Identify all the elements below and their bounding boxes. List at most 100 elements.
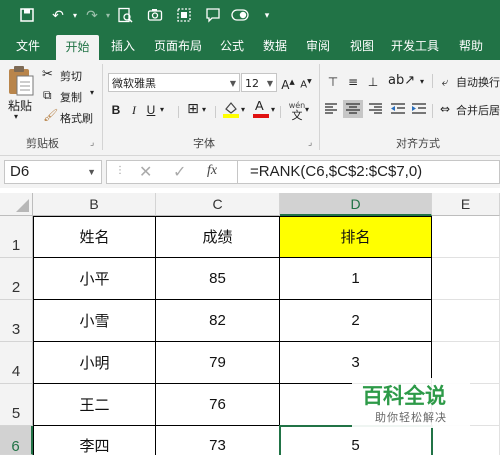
- cell-d2[interactable]: 1: [280, 258, 432, 300]
- font-color-icon[interactable]: A: [252, 98, 270, 118]
- enter-formula-icon[interactable]: ✓: [173, 162, 186, 181]
- cell-b2[interactable]: 小平: [33, 258, 156, 300]
- cell-e3[interactable]: [432, 300, 500, 342]
- cut-button[interactable]: 剪切: [60, 68, 82, 84]
- row-header-2[interactable]: 2: [0, 258, 33, 300]
- cell-c3[interactable]: 82: [156, 300, 280, 342]
- align-left-icon[interactable]: [323, 100, 341, 118]
- cell-b1[interactable]: 姓名: [33, 216, 156, 258]
- cell-b3[interactable]: 小雪: [33, 300, 156, 342]
- cell-c4[interactable]: 79: [156, 342, 280, 384]
- fill-color-icon[interactable]: [222, 100, 240, 118]
- cell-e1[interactable]: [432, 216, 500, 258]
- cell-b4[interactable]: 小明: [33, 342, 156, 384]
- cell-e6[interactable]: [432, 426, 500, 455]
- redo-dropdown-icon[interactable]: ▾: [99, 7, 117, 25]
- tab-view[interactable]: 视图: [342, 33, 382, 60]
- phonetic-dropdown-icon[interactable]: ▾: [305, 101, 309, 119]
- title-bar: ↶ ▾ ↷ ▾ ▾: [0, 0, 500, 33]
- tab-file[interactable]: 文件: [8, 33, 48, 60]
- font-size-select[interactable]: 12 ▼: [241, 73, 277, 92]
- chevron-down-icon: ▼: [266, 79, 273, 88]
- ribbon-separator: [319, 64, 320, 150]
- cell-c2[interactable]: 85: [156, 258, 280, 300]
- save-icon[interactable]: [18, 7, 36, 25]
- column-header-b[interactable]: B: [33, 193, 156, 216]
- italic-button[interactable]: I: [129, 101, 139, 119]
- fill-color-dropdown-icon[interactable]: ▾: [241, 101, 245, 119]
- cell-e2[interactable]: [432, 258, 500, 300]
- row-header-5[interactable]: 5: [0, 384, 33, 426]
- paste-button[interactable]: 粘贴: [8, 97, 32, 114]
- clipboard-launcher-icon[interactable]: ⌟: [90, 138, 94, 148]
- copy-button[interactable]: 复制: [60, 89, 82, 105]
- column-header-e[interactable]: E: [432, 193, 500, 216]
- row-header-4[interactable]: 4: [0, 342, 33, 384]
- grow-font-icon[interactable]: A▲: [281, 73, 295, 94]
- align-center-icon[interactable]: [343, 100, 363, 118]
- cell-d3[interactable]: 2: [280, 300, 432, 342]
- merge-center-button[interactable]: 合并后居: [456, 102, 500, 118]
- insert-function-button[interactable]: fx: [207, 163, 217, 179]
- camera-icon[interactable]: [146, 7, 164, 25]
- tab-help[interactable]: 帮助: [450, 33, 492, 60]
- font-color-dropdown-icon[interactable]: ▾: [271, 101, 275, 119]
- tab-developer[interactable]: 开发工具: [386, 33, 444, 60]
- paste-dropdown-icon[interactable]: ▾: [14, 112, 18, 121]
- copy-dropdown-icon[interactable]: ▾: [90, 88, 94, 97]
- align-middle-icon[interactable]: ≡: [345, 73, 361, 91]
- align-bottom-icon[interactable]: ⊥: [365, 73, 381, 91]
- font-launcher-icon[interactable]: ⌟: [308, 138, 312, 148]
- paste-icon[interactable]: [6, 65, 36, 97]
- increase-indent-icon[interactable]: [410, 100, 428, 118]
- align-top-icon[interactable]: ⊤: [325, 73, 341, 91]
- align-divider: [432, 74, 433, 88]
- borders-dropdown-icon[interactable]: ▾: [202, 101, 206, 119]
- customize-qat-icon[interactable]: ▾: [258, 7, 276, 25]
- row-header-1[interactable]: 1: [0, 216, 33, 258]
- decrease-indent-icon[interactable]: [389, 100, 407, 118]
- column-header-d[interactable]: D: [280, 193, 432, 216]
- name-box[interactable]: D6 ▼: [4, 160, 102, 184]
- toggle-icon[interactable]: [231, 7, 249, 25]
- formula-input[interactable]: =RANK(C6,$C$2:$C$7,0): [238, 160, 500, 184]
- more-dots-icon: ⋮: [115, 165, 125, 176]
- column-header-c[interactable]: C: [156, 193, 280, 216]
- cell-b6[interactable]: 李四: [33, 426, 156, 455]
- font-name-select[interactable]: 微软雅黑 ▼: [108, 73, 240, 92]
- ribbon-separator: [102, 64, 103, 150]
- alignment-group-label: 对齐方式: [396, 137, 440, 150]
- print-preview-icon[interactable]: [116, 7, 134, 25]
- cancel-formula-icon[interactable]: ✕: [139, 162, 152, 181]
- tab-data[interactable]: 数据: [255, 33, 295, 60]
- cell-b5[interactable]: 王二: [33, 384, 156, 426]
- shrink-font-icon[interactable]: A▼: [299, 73, 313, 94]
- row-header-3[interactable]: 3: [0, 300, 33, 342]
- orientation-icon[interactable]: ab↗: [388, 72, 415, 90]
- tab-page-layout[interactable]: 页面布局: [148, 33, 208, 60]
- format-painter-button[interactable]: 格式刷: [60, 110, 93, 126]
- cell-c5[interactable]: 76: [156, 384, 280, 426]
- orientation-dropdown-icon[interactable]: ▾: [420, 73, 424, 91]
- underline-button[interactable]: U: [145, 101, 157, 119]
- cell-d1[interactable]: 排名: [280, 216, 432, 258]
- comment-icon[interactable]: [204, 7, 222, 25]
- formula-buttons: ⋮ ✕ ✓ fx: [106, 160, 238, 184]
- screenshot-icon[interactable]: [175, 7, 193, 25]
- tab-home[interactable]: 开始: [56, 35, 99, 60]
- tab-review[interactable]: 审阅: [298, 33, 338, 60]
- cell-c6[interactable]: 73: [156, 426, 280, 455]
- underline-dropdown-icon[interactable]: ▾: [160, 101, 164, 119]
- tab-insert[interactable]: 插入: [103, 33, 143, 60]
- format-painter-icon: 🖌: [43, 108, 59, 122]
- cell-c1[interactable]: 成绩: [156, 216, 280, 258]
- borders-icon[interactable]: ⊞: [186, 100, 200, 118]
- select-all-button[interactable]: [0, 193, 33, 216]
- wrap-text-button[interactable]: 自动换行: [456, 74, 500, 90]
- row-header-6[interactable]: 6: [0, 426, 33, 455]
- undo-dropdown-icon[interactable]: ▾: [66, 7, 84, 25]
- tab-formulas[interactable]: 公式: [212, 33, 252, 60]
- bold-button[interactable]: B: [110, 101, 122, 119]
- undo-icon[interactable]: ↶: [49, 7, 67, 25]
- align-right-icon[interactable]: [366, 100, 384, 118]
